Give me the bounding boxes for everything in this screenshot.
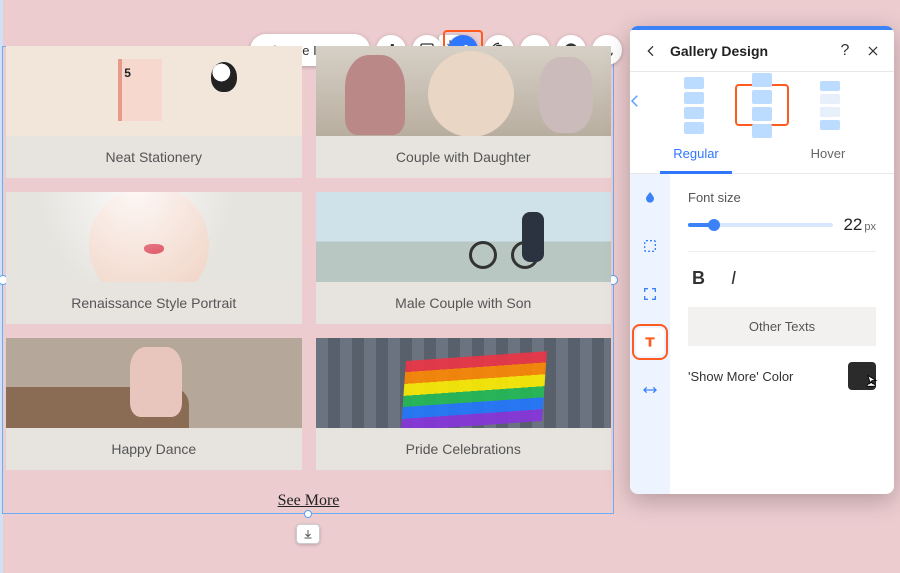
gallery-tile[interactable]: Male Couple with Son — [316, 192, 612, 324]
font-size-value: 22 — [843, 215, 862, 234]
gallery-height-handle-bottom[interactable] — [296, 524, 320, 544]
fill-tab[interactable] — [636, 184, 664, 212]
cursor-icon — [862, 373, 882, 398]
close-button[interactable] — [864, 42, 882, 60]
font-size-slider[interactable] — [688, 223, 833, 227]
panel-help-button[interactable]: ? — [836, 42, 854, 60]
layout-option-mixed[interactable] — [803, 84, 857, 126]
layout-option-grid-caption[interactable] — [735, 84, 789, 126]
italic-toggle[interactable]: I — [731, 268, 736, 289]
layout-option-grid[interactable] — [667, 84, 721, 126]
divider — [688, 251, 876, 252]
gallery-tile[interactable]: Pride Celebrations — [316, 338, 612, 470]
design-category-rail — [630, 174, 670, 494]
layout-option-row — [630, 72, 894, 136]
gallery-component[interactable]: 5 Neat Stationery Couple with Daughter R… — [6, 46, 611, 512]
font-size-label: Font size — [688, 190, 876, 205]
gallery-thumb — [316, 338, 612, 428]
gallery-caption: Neat Stationery — [6, 136, 302, 178]
tab-hover[interactable]: Hover — [762, 136, 894, 173]
editor-left-edge — [0, 0, 3, 573]
gallery-thumb — [316, 192, 612, 282]
state-tabs: Regular Hover — [630, 136, 894, 174]
gallery-thumb: 5 — [6, 46, 302, 136]
show-more-color-swatch[interactable] — [848, 362, 876, 390]
gallery-caption: Pride Celebrations — [316, 428, 612, 470]
panel-title: Gallery Design — [670, 43, 826, 59]
tab-regular[interactable]: Regular — [630, 136, 762, 173]
layout-prev-button[interactable] — [630, 92, 644, 116]
gallery-design-panel: Gallery Design ? Regular Hover — [630, 26, 894, 494]
gallery-caption: Happy Dance — [6, 428, 302, 470]
corners-tab[interactable] — [636, 280, 664, 308]
gallery-tile[interactable]: Renaissance Style Portrait — [6, 192, 302, 324]
spacing-tab[interactable] — [636, 376, 664, 404]
back-button[interactable] — [642, 42, 660, 60]
gallery-thumb — [316, 46, 612, 136]
bold-toggle[interactable]: B — [692, 268, 705, 289]
text-tab-content: Font size 22px B I Other Texts 'Show Mor… — [670, 174, 894, 494]
font-size-unit: px — [864, 221, 876, 233]
gallery-tile[interactable]: Couple with Daughter — [316, 46, 612, 178]
gallery-caption: Couple with Daughter — [316, 136, 612, 178]
other-texts-section: Other Texts — [688, 307, 876, 346]
gallery-thumb — [6, 338, 302, 428]
gallery-thumb — [6, 192, 302, 282]
border-tab[interactable] — [636, 232, 664, 260]
gallery-tile[interactable]: Happy Dance — [6, 338, 302, 470]
see-more-link[interactable]: See More — [6, 484, 611, 512]
gallery-caption: Renaissance Style Portrait — [6, 282, 302, 324]
show-more-color-label: 'Show More' Color — [688, 369, 793, 384]
text-tab[interactable] — [636, 328, 664, 356]
gallery-tile[interactable]: 5 Neat Stationery — [6, 46, 302, 178]
gallery-caption: Male Couple with Son — [316, 282, 612, 324]
